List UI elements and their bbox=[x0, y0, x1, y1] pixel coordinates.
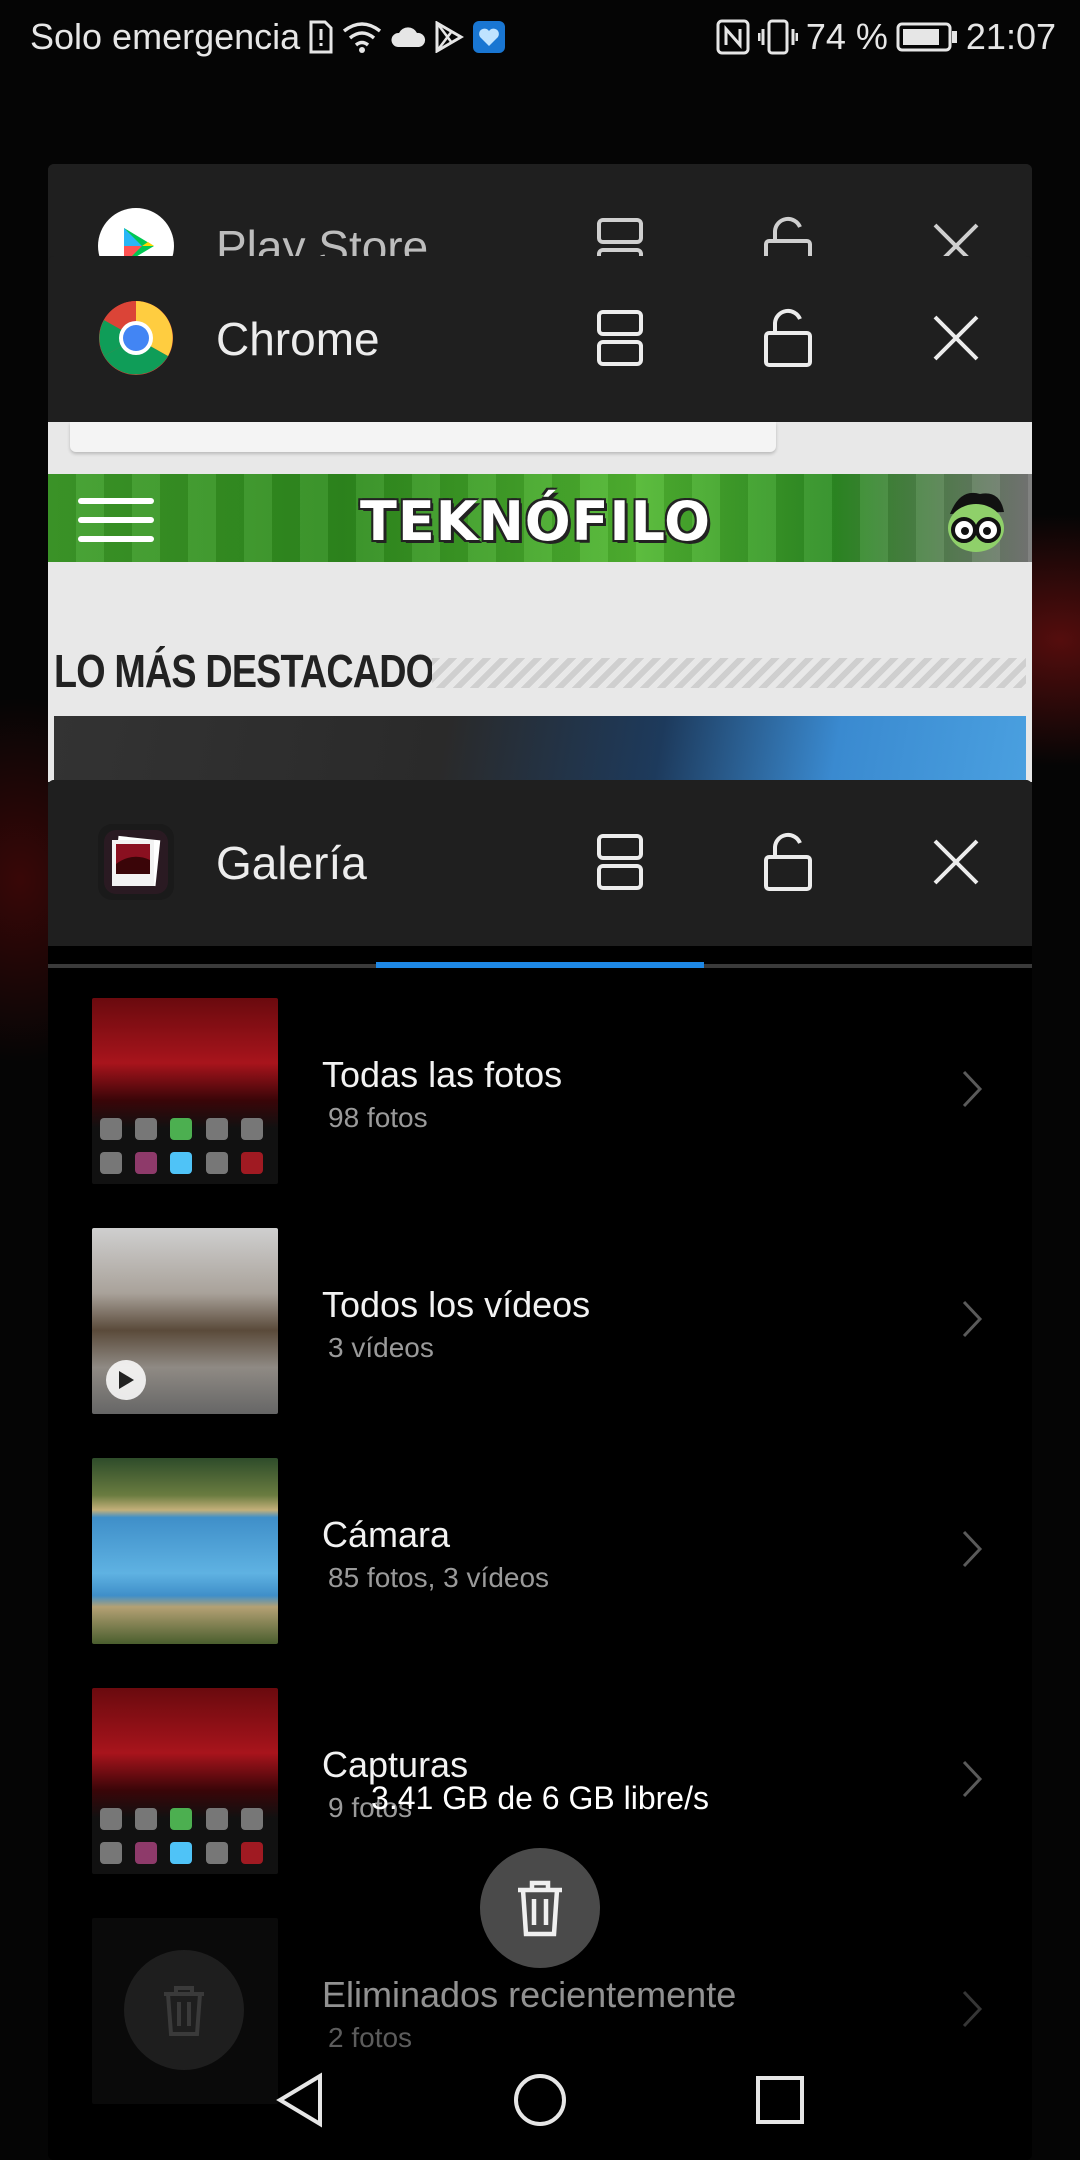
album-thumbnail bbox=[92, 1228, 278, 1414]
tab-indicator-active bbox=[376, 962, 704, 968]
heading-stripe bbox=[432, 658, 1026, 688]
battery-percent: 74 % bbox=[805, 16, 888, 57]
chevron-right-icon bbox=[954, 1294, 990, 1344]
back-icon bbox=[276, 2072, 322, 2128]
mascot-icon bbox=[940, 484, 1012, 556]
chevron-right-icon bbox=[954, 1984, 990, 2034]
gallery-icon bbox=[98, 824, 174, 900]
chrome-page-preview[interactable]: TEKNÓFILO LO MÁS DESTACADO bbox=[48, 422, 1032, 796]
status-bar: Solo emergencia 74 % 21:07 bbox=[0, 0, 1080, 76]
thumbnail-app-grid bbox=[100, 1118, 270, 1178]
split-screen-button[interactable] bbox=[578, 820, 662, 904]
chevron-right-icon bbox=[954, 1524, 990, 1574]
app-notification-icon bbox=[472, 17, 506, 57]
chrome-address-bar bbox=[70, 422, 776, 452]
cloud-icon bbox=[390, 17, 426, 57]
card-header: Chrome bbox=[48, 256, 1032, 422]
album-thumbnail bbox=[92, 998, 278, 1184]
chevron-right-icon bbox=[954, 1064, 990, 1114]
navigation-bar bbox=[0, 2040, 1080, 2160]
thumbnail-app-grid bbox=[100, 1808, 270, 1868]
hamburger-menu-icon bbox=[78, 498, 154, 542]
close-button[interactable] bbox=[914, 296, 998, 380]
recent-card-chrome[interactable]: Chrome TEKNÓFILO LO MÁS DESTACADO bbox=[48, 256, 1032, 796]
album-all-photos[interactable]: Todas las fotos 98 fotos bbox=[48, 998, 1032, 1218]
carrier-text: Solo emergencia bbox=[30, 16, 301, 57]
home-icon bbox=[514, 2074, 566, 2126]
chrome-icon bbox=[98, 300, 174, 376]
card-header: Galería bbox=[48, 780, 1032, 946]
wifi-icon bbox=[342, 17, 382, 57]
battery-icon bbox=[896, 17, 958, 57]
lock-button[interactable] bbox=[746, 296, 830, 380]
home-button[interactable] bbox=[508, 2068, 572, 2132]
nfc-icon bbox=[716, 17, 750, 57]
album-name: Todas las fotos bbox=[322, 1054, 563, 1095]
close-button[interactable] bbox=[914, 820, 998, 904]
vibrate-icon bbox=[757, 17, 798, 57]
album-thumbnail bbox=[92, 1458, 278, 1644]
app-title: Galería bbox=[216, 837, 367, 889]
lock-button[interactable] bbox=[746, 820, 830, 904]
album-name: Cámara bbox=[322, 1514, 451, 1555]
album-name: Todos los vídeos bbox=[322, 1284, 591, 1325]
clock: 21:07 bbox=[965, 16, 1056, 57]
play-icon bbox=[106, 1360, 146, 1400]
back-button[interactable] bbox=[268, 2068, 332, 2132]
album-count: 3 vídeos bbox=[328, 1332, 434, 1363]
album-name: Eliminados recientemente bbox=[322, 1974, 737, 2015]
album-camera[interactable]: Cámara 85 fotos, 3 vídeos bbox=[48, 1458, 1032, 1678]
storage-info: 3.41 GB de 6 GB libre/s bbox=[371, 1780, 709, 1816]
recents-button[interactable] bbox=[748, 2068, 812, 2132]
recents-icon bbox=[756, 2076, 804, 2124]
app-title: Chrome bbox=[216, 313, 380, 365]
section-heading: LO MÁS DESTACADO bbox=[54, 645, 435, 697]
split-screen-button[interactable] bbox=[578, 296, 662, 380]
album-all-videos[interactable]: Todos los vídeos 3 vídeos bbox=[48, 1228, 1032, 1448]
album-count: 85 fotos, 3 vídeos bbox=[328, 1562, 550, 1593]
clear-all-button[interactable] bbox=[480, 1848, 600, 1968]
sim-alert-icon bbox=[308, 17, 334, 57]
site-logo: TEKNÓFILO bbox=[360, 490, 712, 553]
trash-icon bbox=[518, 1880, 562, 1937]
site-banner: TEKNÓFILO bbox=[48, 474, 1032, 562]
album-count: 98 fotos bbox=[328, 1102, 428, 1133]
play-store-notification-icon bbox=[434, 17, 465, 57]
